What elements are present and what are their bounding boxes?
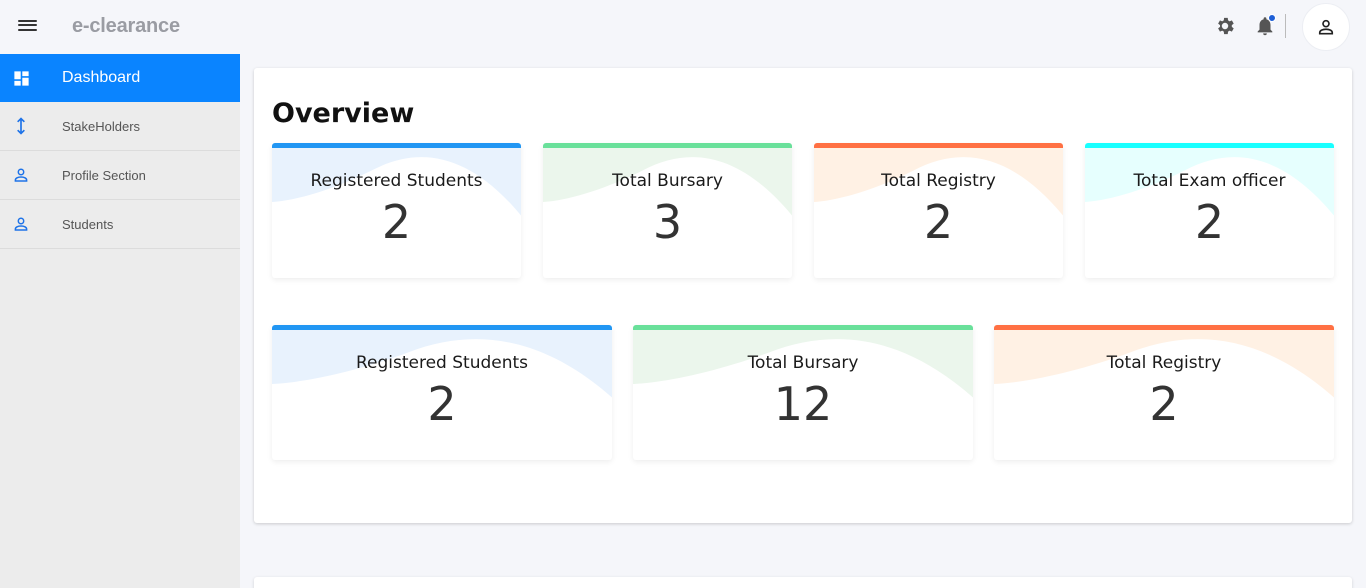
stat-label: Total Bursary: [747, 353, 859, 373]
hamburger-icon[interactable]: [18, 17, 38, 37]
sidebar-item-label: Students: [62, 216, 114, 232]
stat-card-total-registry[interactable]: Total Registry 2: [814, 143, 1063, 278]
sidebar: Dashboard StakeHolders Profile Section S…: [0, 54, 240, 588]
user-icon: [1318, 19, 1334, 35]
stat-value: 2: [381, 195, 412, 249]
stat-card-registered-students[interactable]: Registered Students 2: [272, 325, 612, 460]
stat-value: 2: [1149, 377, 1179, 431]
stat-card-total-bursary[interactable]: Total Bursary 3: [543, 143, 792, 278]
stat-card-total-bursary[interactable]: Total Bursary 12: [633, 325, 973, 460]
person-icon: [11, 214, 31, 234]
dashboard-icon: [11, 68, 31, 88]
header-divider: [1285, 14, 1286, 38]
sidebar-item-label: Profile Section: [62, 167, 146, 183]
stat-value: 3: [652, 195, 683, 249]
overview-card: Overview Registered Students 2 Total Bur…: [254, 68, 1352, 523]
sidebar-item-dashboard[interactable]: Dashboard: [0, 54, 240, 102]
notification-dot: [1268, 14, 1276, 22]
stat-value: 2: [923, 195, 954, 249]
sidebar-item-profile-section[interactable]: Profile Section: [0, 151, 240, 200]
secondary-card: [254, 577, 1352, 588]
stat-label: Registered Students: [310, 171, 483, 191]
stat-value: 2: [427, 377, 457, 431]
stat-label: Total Exam officer: [1133, 171, 1286, 191]
app-brand[interactable]: e-clearance: [72, 15, 180, 38]
stat-label: Total Registry: [881, 171, 996, 191]
sidebar-item-students[interactable]: Students: [0, 200, 240, 249]
stat-label: Registered Students: [355, 353, 529, 373]
profile-avatar-button[interactable]: [1302, 3, 1350, 51]
person-icon: [11, 165, 31, 185]
sidebar-item-label: StakeHolders: [62, 118, 141, 134]
stat-card-total-exam-officer[interactable]: Total Exam officer 2: [1085, 143, 1334, 278]
vertical-arrows-icon: [11, 116, 31, 136]
top-bar: e-clearance: [0, 0, 1366, 54]
sidebar-item-stakeholders[interactable]: StakeHolders: [0, 102, 240, 151]
sidebar-item-label: Dashboard: [62, 69, 141, 86]
stat-label: Total Bursary: [612, 171, 723, 191]
stat-card-total-registry[interactable]: Total Registry 2: [994, 325, 1334, 460]
stat-card-registered-students[interactable]: Registered Students 2: [272, 143, 521, 278]
stat-value: 2: [1194, 195, 1225, 249]
gear-icon[interactable]: [1214, 15, 1236, 37]
stat-value: 12: [773, 377, 833, 431]
stat-label: Total Registry: [1106, 353, 1222, 373]
page-title: Overview: [272, 98, 415, 129]
